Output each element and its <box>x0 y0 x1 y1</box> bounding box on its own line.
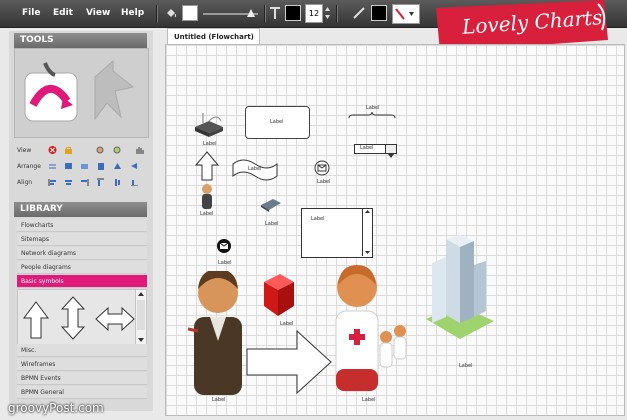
shape-label: Label <box>459 363 473 369</box>
zoom-in-icon[interactable] <box>113 146 122 154</box>
arrange-row-label: Arrange <box>17 163 41 170</box>
shape-label: Label <box>212 397 226 403</box>
font-size-stepper-icon[interactable] <box>324 5 331 21</box>
shape-label: Label <box>280 321 294 327</box>
scroll-arrows-icon <box>365 210 370 254</box>
library-item-wireframes[interactable]: Wireframes <box>17 358 147 371</box>
library-panel-header[interactable]: LIBRARY <box>14 202 147 217</box>
person-small-shape[interactable] <box>200 183 214 210</box>
zoom-out-icon[interactable] <box>96 146 105 154</box>
up-down-arrow-symbol[interactable] <box>60 295 86 341</box>
scroll-arrows-icon <box>137 292 145 342</box>
combobox-arrow-icon[interactable] <box>385 144 397 158</box>
menu-help[interactable]: Help <box>121 8 144 18</box>
shape-label: Label <box>218 260 232 266</box>
text-tool-icon[interactable] <box>269 6 281 20</box>
font-size-field[interactable]: 12 <box>305 4 323 23</box>
left-right-arrow-symbol[interactable] <box>94 306 136 332</box>
flip-vertical-icon[interactable] <box>113 162 122 170</box>
menu-file[interactable]: File <box>22 8 40 18</box>
library-item-bpmn-events[interactable]: BPMN Events <box>17 372 147 385</box>
shape-label: Label <box>270 119 284 125</box>
library-item-sitemaps[interactable]: Sitemaps <box>17 233 147 246</box>
align-row-label: Align <box>17 179 33 186</box>
shape-label: Label <box>200 211 214 217</box>
pan-hand-icon[interactable] <box>135 146 144 154</box>
right-arrow-shape[interactable] <box>245 329 333 395</box>
library-item-bpmn-general[interactable]: BPMN General <box>17 386 147 399</box>
line-style-icon <box>395 8 414 20</box>
diagram-canvas[interactable]: Label Label Label Label Label Label Labe… <box>165 44 625 416</box>
toolbar-separator <box>336 5 338 22</box>
library-item-people-diagrams[interactable]: People diagrams <box>17 261 147 274</box>
line-style-dropdown[interactable] <box>392 4 420 24</box>
menu-view[interactable]: View <box>86 8 110 18</box>
red-cube-shape[interactable] <box>262 272 296 318</box>
shape-label: Label <box>265 221 279 227</box>
mail-circle-icon[interactable] <box>216 238 232 254</box>
send-backward-icon[interactable] <box>80 162 89 170</box>
shape-label: Label <box>317 179 331 185</box>
shape-label: Label <box>248 166 262 172</box>
delete-icon[interactable] <box>48 146 57 154</box>
align-left-icon[interactable] <box>48 178 57 186</box>
tab-document[interactable]: Untitled (Flowchart) <box>167 28 260 44</box>
toolbar-separator <box>264 5 266 22</box>
router-shape[interactable] <box>193 111 225 139</box>
symbol-palette <box>17 289 137 345</box>
fill-bucket-icon[interactable] <box>165 7 177 19</box>
slider-thumb-icon[interactable] <box>246 8 256 18</box>
select-move-tool-icon[interactable] <box>85 57 143 127</box>
align-top-icon[interactable] <box>96 178 105 186</box>
toolbar-separator <box>156 5 158 22</box>
library-item-network-diagrams[interactable]: Network diagrams <box>17 247 147 260</box>
text-color-swatch[interactable] <box>285 5 301 21</box>
fill-color-swatch[interactable] <box>182 5 198 21</box>
nurse-shape[interactable] <box>332 265 382 395</box>
chevron-down-icon <box>388 154 394 158</box>
envelope-icon[interactable] <box>314 160 330 176</box>
up-arrow-symbol[interactable] <box>22 300 50 340</box>
tools-panel-header[interactable]: TOOLS <box>14 33 147 48</box>
office-building-shape[interactable] <box>416 235 498 355</box>
app-window: File Edit View Help 12 Lovely Charts TOO… <box>0 0 627 420</box>
align-right-icon[interactable] <box>80 178 89 186</box>
line-color-swatch[interactable] <box>371 5 387 21</box>
shape-label: Label <box>360 145 374 151</box>
palette-scrollbar[interactable] <box>135 289 147 345</box>
shape-label: Label <box>311 216 325 222</box>
watermark-text: groovyPost.com <box>8 401 104 415</box>
laptop-shape[interactable] <box>259 195 283 213</box>
shape-label: Label <box>362 397 376 403</box>
align-middle-icon[interactable] <box>113 178 122 186</box>
swap-icon[interactable] <box>48 162 57 170</box>
bring-forward-icon[interactable] <box>64 162 73 170</box>
library-item-misc[interactable]: Misc. <box>17 344 147 357</box>
brace-shape[interactable] <box>348 111 396 119</box>
library-item-flowcharts[interactable]: Flowcharts <box>17 219 147 232</box>
lock-icon[interactable] <box>64 146 73 154</box>
connector-tool-icon[interactable] <box>23 59 83 125</box>
view-row-label: View <box>17 147 32 154</box>
align-center-icon[interactable] <box>64 178 73 186</box>
textarea-scrollbar[interactable] <box>362 208 372 256</box>
bring-to-front-icon[interactable] <box>96 162 105 170</box>
align-bottom-icon[interactable] <box>130 178 139 186</box>
up-arrow-shape[interactable] <box>195 151 219 181</box>
pen-tool-icon[interactable] <box>352 6 366 20</box>
flip-horizontal-icon[interactable] <box>130 162 139 170</box>
tools-box <box>14 48 149 138</box>
library-item-basic-symbols[interactable]: Basic symbols <box>17 275 147 288</box>
menu-edit[interactable]: Edit <box>53 8 73 18</box>
shape-label: Label <box>203 141 217 147</box>
businessman-shape[interactable] <box>188 271 248 399</box>
nurse-group-small-shape[interactable] <box>378 323 408 383</box>
